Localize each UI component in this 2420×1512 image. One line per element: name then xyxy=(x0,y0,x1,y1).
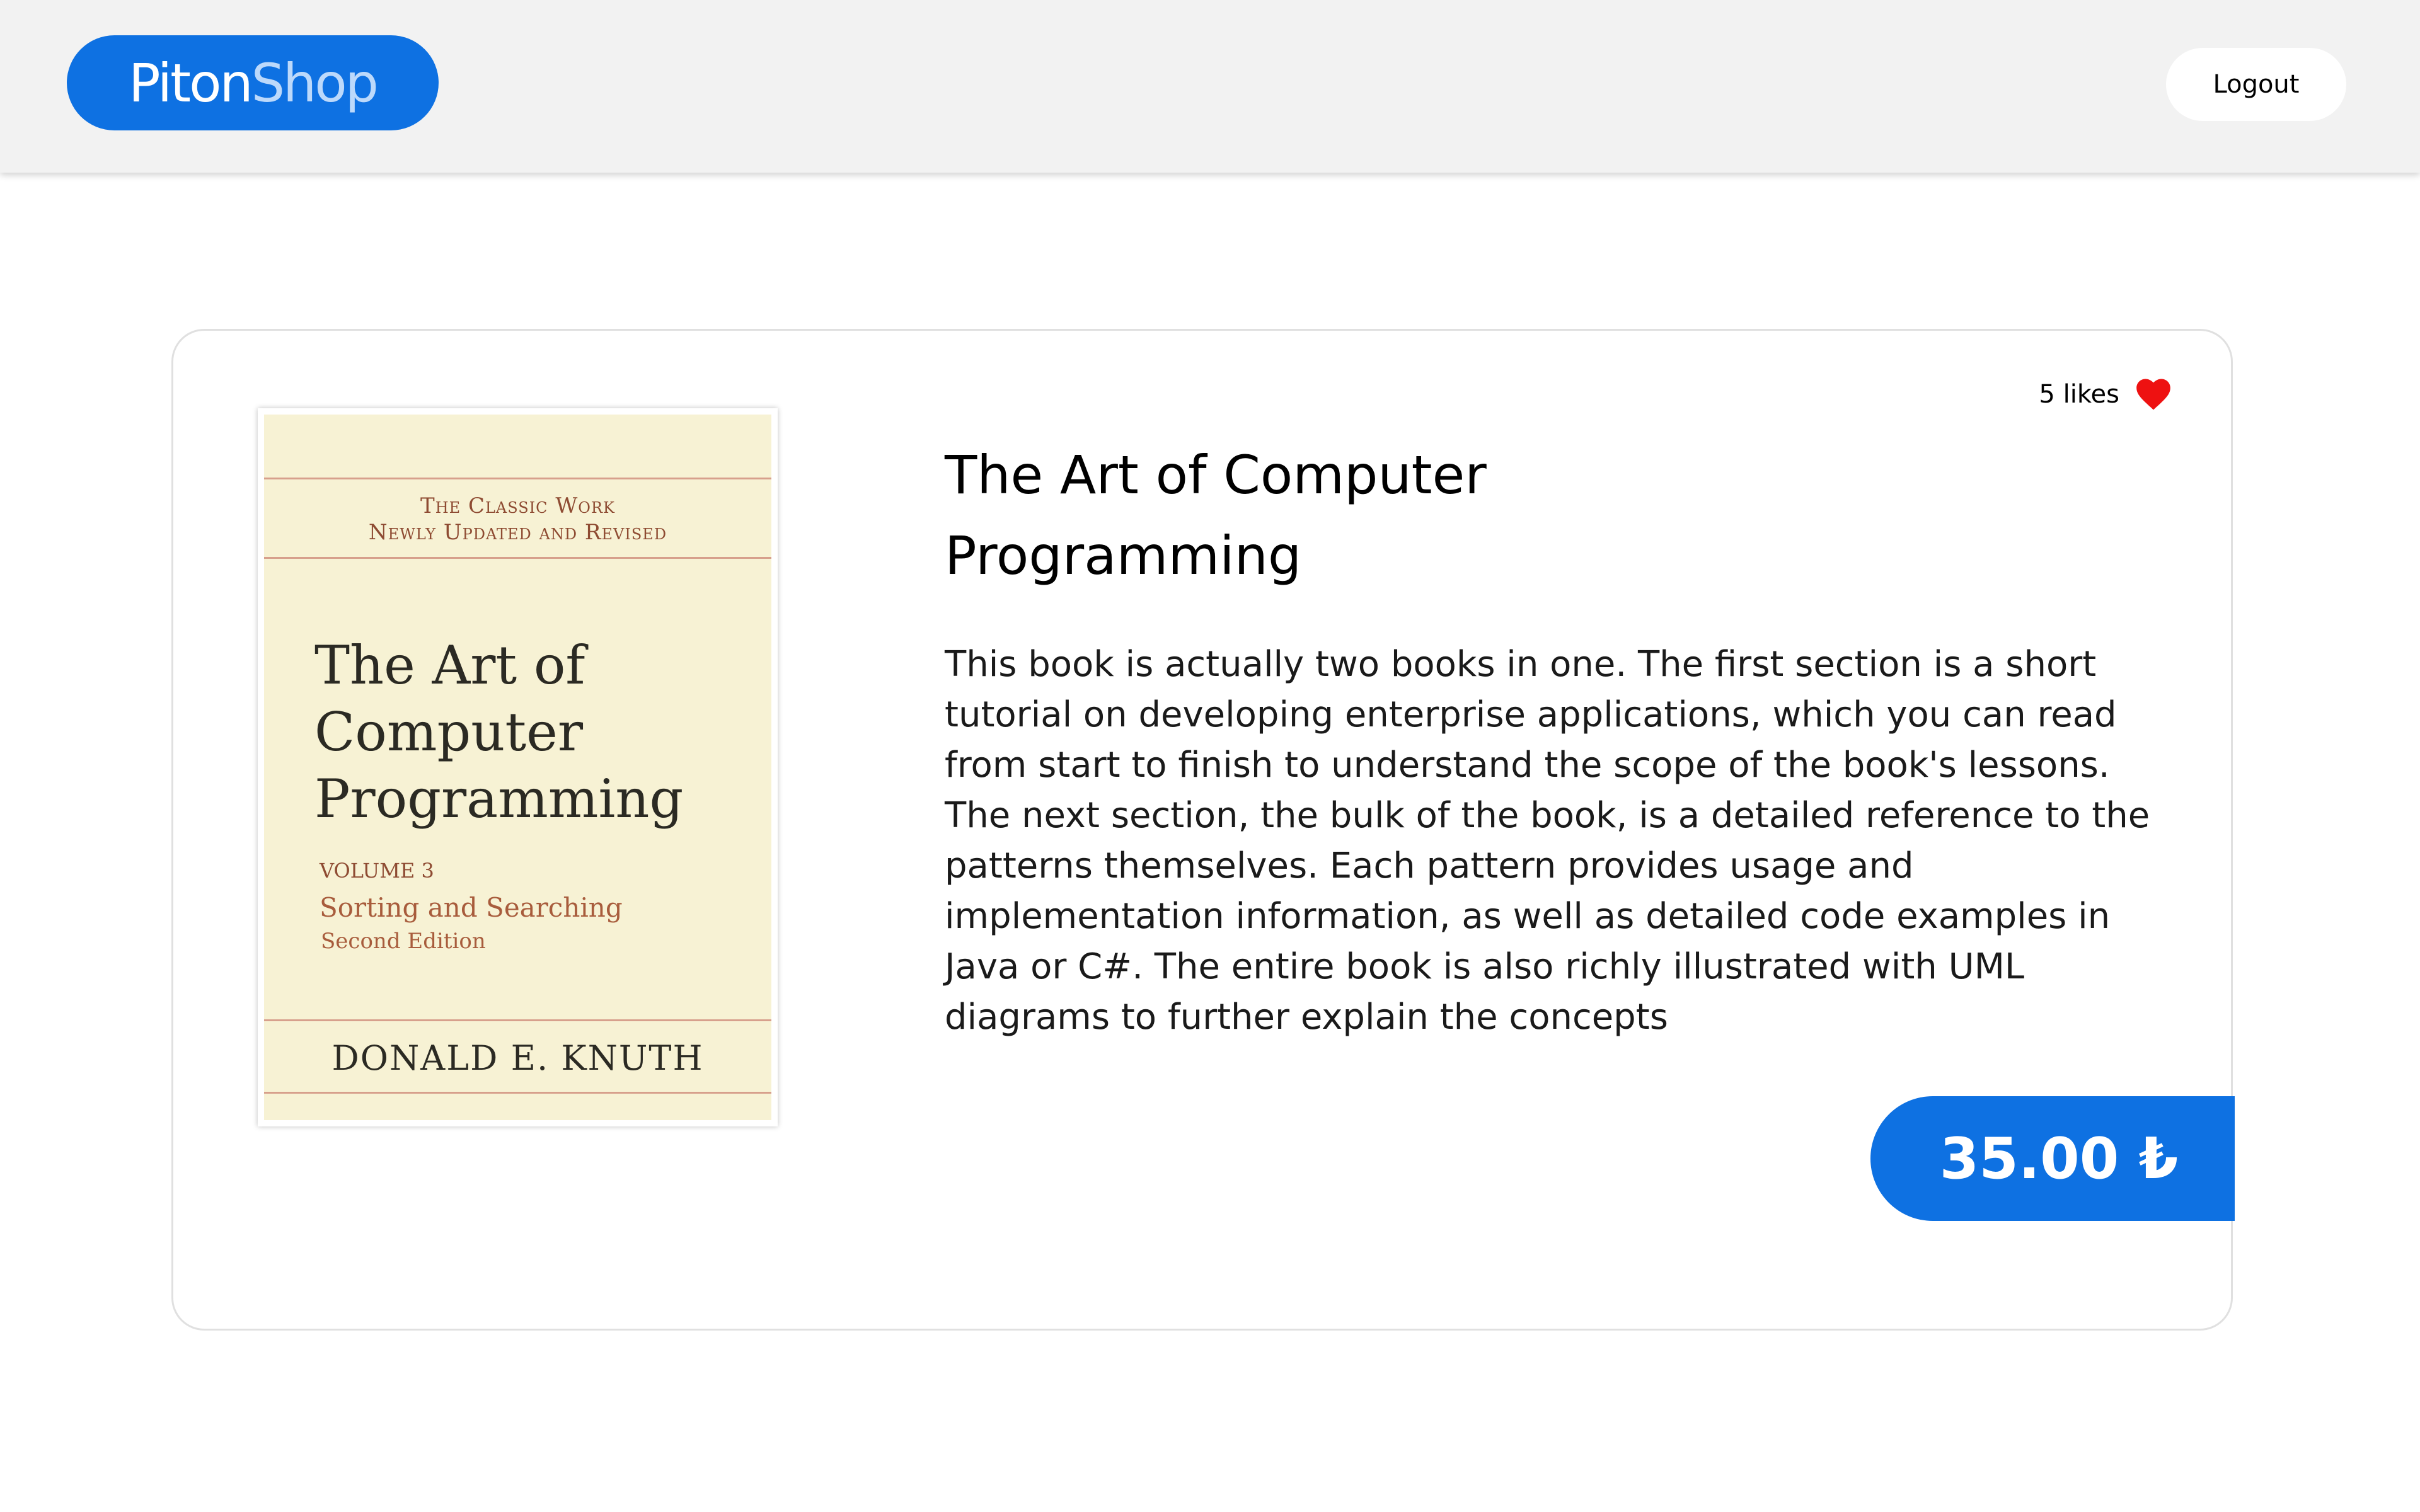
cover-volume: VOLUME 3 xyxy=(320,859,434,883)
likes-count: 5 likes xyxy=(2039,380,2119,409)
book-cover-image: The Classic Work Newly Updated and Revis… xyxy=(258,408,778,1126)
cover-title-line: Computer xyxy=(314,701,583,763)
cover-title-line: The Art of xyxy=(314,634,585,696)
cover-tagline-1: The Classic Work xyxy=(420,493,615,518)
cover-rule xyxy=(264,478,771,479)
product-detail-card: The Classic Work Newly Updated and Revis… xyxy=(171,329,2235,1331)
pitonshop-logo[interactable]: Piton Shop xyxy=(67,35,439,130)
heart-icon[interactable] xyxy=(2136,378,2171,411)
cover-rule xyxy=(264,1019,771,1021)
logo-text-shop: Shop xyxy=(251,52,379,114)
cover-rule xyxy=(264,1092,771,1094)
price-badge: 35.00 ₺ xyxy=(1870,1096,2235,1221)
cover-title: The Art of Computer Programming xyxy=(314,632,768,832)
likes-counter: 5 likes xyxy=(2039,378,2171,411)
logout-button[interactable]: Logout xyxy=(2166,48,2346,121)
cover-subtitle: Sorting and Searching xyxy=(320,892,623,923)
product-title: The Art of Computer Programming xyxy=(945,444,1487,587)
cover-edition: Second Edition xyxy=(321,929,486,954)
top-header: Piton Shop Logout xyxy=(0,0,2420,173)
cover-tagline-2: Newly Updated and Revised xyxy=(368,520,667,545)
logo-text-piton: Piton xyxy=(129,52,253,114)
cover-title-line: Programming xyxy=(314,768,684,830)
cover-author: DONALD E. KNUTH xyxy=(331,1038,704,1078)
product-description: This book is actually two books in one. … xyxy=(945,644,2150,1038)
cover-rule xyxy=(264,557,771,559)
